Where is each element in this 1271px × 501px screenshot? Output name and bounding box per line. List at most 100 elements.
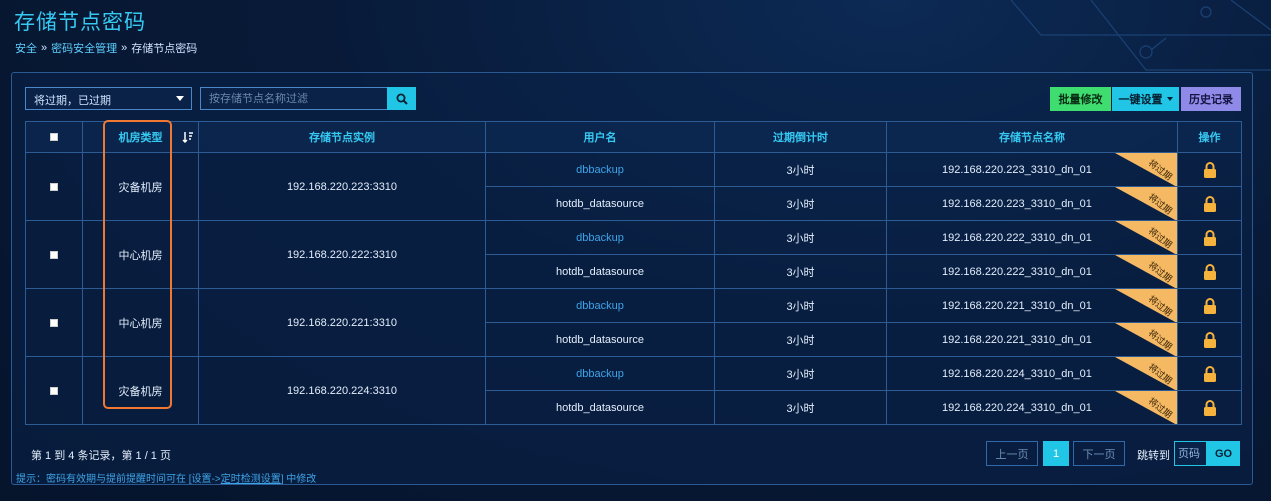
one-key-setting-label: 一键设置 (1118, 94, 1163, 106)
instance-cell: 192.168.220.222:3310 (198, 220, 486, 289)
page-1-button[interactable]: 1 (1043, 441, 1069, 466)
username-cell[interactable]: dbbackup (485, 220, 715, 255)
jump-to-label: 跳转到 (1137, 450, 1170, 462)
table-row: 灾备机房 192.168.220.224:3310 dbbackup 3小时 192.1… (25, 356, 1242, 425)
room-type-cell: 中心机房 (82, 220, 199, 289)
username-cell: hotdb_datasource (485, 322, 715, 357)
lock-icon[interactable] (1203, 399, 1217, 416)
row-checkbox[interactable] (50, 318, 58, 327)
instance-cell: 192.168.220.223:3310 (198, 152, 486, 221)
username-cell[interactable]: dbbackup (485, 288, 715, 323)
action-cell (1177, 186, 1242, 221)
table-row: 灾备机房 192.168.220.223:3310 dbbackup 3小时 192.1… (25, 152, 1242, 221)
row-checkbox[interactable] (50, 250, 58, 259)
lock-icon[interactable] (1203, 263, 1217, 280)
table-header-row: 机房类型 存储节点实例 用户名 过期倒计时 存储节点名称 操作 (25, 121, 1242, 153)
node-name-text: 192.168.220.221_3310_dn_01 (942, 333, 1092, 346)
prev-page-button[interactable]: 上一页 (986, 441, 1038, 466)
tip-prefix: 提示：密码有效期与提前提醒时间可在 [设置-> (16, 474, 221, 485)
node-name-search-input[interactable] (200, 87, 388, 110)
countdown-cell: 3小时 (714, 220, 887, 255)
table-row: 中心机房 192.168.220.221:3310 dbbackup 3小时 192.1… (25, 288, 1242, 357)
node-name-text: 192.168.220.221_3310_dn_01 (942, 299, 1092, 312)
caret-down-icon (176, 96, 184, 101)
breadcrumb-current: 存储节点密码 (131, 43, 198, 55)
breadcrumb-separator: » (121, 42, 128, 54)
username-cell: hotdb_datasource (485, 186, 715, 221)
row-checkbox[interactable] (50, 386, 58, 395)
lock-icon[interactable] (1203, 297, 1217, 314)
countdown-cell: 3小时 (714, 254, 887, 289)
row-checkbox[interactable] (50, 182, 58, 191)
node-name-cell: 192.168.220.223_3310_dn_01 将过期 (886, 152, 1178, 187)
node-name-text: 192.168.220.224_3310_dn_01 (942, 401, 1092, 414)
row-select-cell (25, 220, 83, 289)
action-cell (1177, 288, 1242, 323)
go-button[interactable]: GO (1207, 441, 1240, 466)
breadcrumb-separator: » (41, 42, 48, 54)
room-type-header-label: 机房类型 (118, 132, 163, 144)
main-panel: 将过期，已过期 批量修改 一键设置 历史记录 机房类型 存储节点实例 用户名 过… (11, 72, 1253, 485)
action-header: 操作 (1177, 121, 1242, 153)
page-title: 存储节点密码 (14, 11, 146, 34)
tip-suffix: ] 中修改 (280, 474, 317, 485)
node-name-cell: 192.168.220.223_3310_dn_01 将过期 (886, 186, 1178, 221)
instance-header: 存储节点实例 (198, 121, 486, 153)
records-summary: 第 1 到 4 条记录，第 1 / 1 页 (31, 450, 171, 462)
countdown-cell: 3小时 (714, 288, 887, 323)
countdown-header: 过期倒计时 (714, 121, 887, 153)
instance-cell: 192.168.220.221:3310 (198, 288, 486, 357)
room-type-header[interactable]: 机房类型 (82, 121, 199, 153)
node-name-cell: 192.168.220.224_3310_dn_01 将过期 (886, 390, 1178, 425)
action-cell (1177, 390, 1242, 425)
next-page-button[interactable]: 下一页 (1073, 441, 1125, 466)
node-name-cell: 192.168.220.222_3310_dn_01 将过期 (886, 220, 1178, 255)
row-select-cell (25, 152, 83, 221)
node-name-cell: 192.168.220.221_3310_dn_01 将过期 (886, 288, 1178, 323)
table-row: 中心机房 192.168.220.222:3310 dbbackup 3小时 192.1… (25, 220, 1242, 289)
countdown-cell: 3小时 (714, 186, 887, 221)
lock-icon[interactable] (1203, 229, 1217, 246)
lock-icon[interactable] (1203, 365, 1217, 382)
action-cell (1177, 220, 1242, 255)
batch-modify-button[interactable]: 批量修改 (1050, 87, 1111, 111)
breadcrumb-security[interactable]: 安全 (15, 40, 37, 56)
tip-timer-settings-link[interactable]: 定时检测设置 (221, 474, 281, 485)
room-type-cell: 中心机房 (82, 288, 199, 357)
one-key-setting-button[interactable]: 一键设置 (1112, 87, 1179, 111)
lock-icon[interactable] (1203, 195, 1217, 212)
node-name-text: 192.168.220.224_3310_dn_01 (942, 367, 1092, 380)
room-type-cell: 灾备机房 (82, 356, 199, 425)
search-icon (396, 93, 408, 105)
node-name-text: 192.168.220.222_3310_dn_01 (942, 265, 1092, 278)
room-type-cell: 灾备机房 (82, 152, 199, 221)
countdown-cell: 3小时 (714, 356, 887, 391)
action-cell (1177, 152, 1242, 187)
history-button[interactable]: 历史记录 (1181, 87, 1241, 111)
action-cell (1177, 254, 1242, 289)
tip-text: 提示：密码有效期与提前提醒时间可在 [设置->定时检测设置] 中修改 (16, 470, 316, 485)
breadcrumb-password-management[interactable]: 密码安全管理 (51, 40, 117, 56)
username-cell[interactable]: dbbackup (485, 356, 715, 391)
username-cell: hotdb_datasource (485, 390, 715, 425)
username-header: 用户名 (485, 121, 715, 153)
countdown-cell: 3小时 (714, 322, 887, 357)
search-button[interactable] (387, 87, 416, 110)
action-cell (1177, 356, 1242, 391)
lock-icon[interactable] (1203, 331, 1217, 348)
page-number-input[interactable] (1174, 441, 1207, 466)
node-name-text: 192.168.220.222_3310_dn_01 (942, 231, 1092, 244)
instance-cell: 192.168.220.224:3310 (198, 356, 486, 425)
row-select-cell (25, 356, 83, 425)
lock-icon[interactable] (1203, 161, 1217, 178)
node-name-text: 192.168.220.223_3310_dn_01 (942, 163, 1092, 176)
expiry-filter-select[interactable]: 将过期，已过期 (25, 87, 192, 110)
countdown-cell: 3小时 (714, 390, 887, 425)
expiry-filter-value: 将过期，已过期 (34, 95, 111, 107)
password-table: 机房类型 存储节点实例 用户名 过期倒计时 存储节点名称 操作 灾备机房 192.… (25, 121, 1242, 425)
node-name-header: 存储节点名称 (886, 121, 1178, 153)
sort-icon[interactable] (182, 131, 194, 143)
username-cell[interactable]: dbbackup (485, 152, 715, 187)
select-all-checkbox[interactable] (50, 133, 58, 142)
select-all-header (25, 121, 83, 153)
